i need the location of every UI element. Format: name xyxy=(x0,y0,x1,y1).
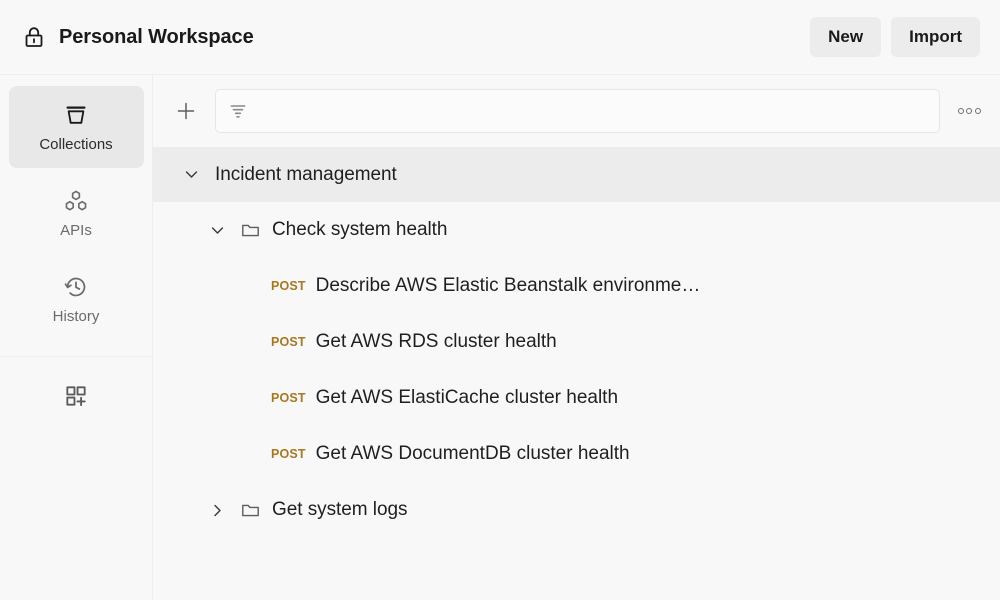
collections-toolbar xyxy=(153,75,1000,147)
workspace-header: Personal Workspace New Import xyxy=(0,0,1000,75)
sidebar-item-label: APIs xyxy=(60,223,92,238)
request-method: POST xyxy=(271,335,306,349)
grid-plus-icon xyxy=(63,383,89,409)
sidebar-item-label: History xyxy=(53,309,100,324)
tree-row-folder[interactable]: Get system logs xyxy=(153,482,1000,538)
more-horizontal-icon xyxy=(958,108,981,114)
tree-row-request[interactable]: POST Get AWS RDS cluster health xyxy=(153,314,1000,370)
tree-row-request[interactable]: POST Describe AWS Elastic Beanstalk envi… xyxy=(153,258,1000,314)
lock-icon xyxy=(22,25,46,49)
header-actions: New Import xyxy=(810,17,980,57)
chevron-down-icon[interactable] xyxy=(205,218,229,242)
collections-icon xyxy=(63,102,89,128)
folder-icon xyxy=(240,500,261,521)
folder-icon xyxy=(240,220,261,241)
workspace-identity[interactable]: Personal Workspace xyxy=(22,25,254,49)
collections-tree: Incident management Check system hea xyxy=(153,147,1000,600)
chevron-down-icon[interactable] xyxy=(179,163,203,187)
request-method: POST xyxy=(271,279,306,293)
sidebar-item-collections[interactable]: Collections xyxy=(9,86,144,168)
request-method: POST xyxy=(271,447,306,461)
apis-icon xyxy=(63,188,89,214)
request-name: Describe AWS Elastic Beanstalk environme… xyxy=(316,275,701,297)
collections-panel: Incident management Check system hea xyxy=(153,75,1000,600)
plus-icon xyxy=(174,99,198,123)
chevron-right-icon[interactable] xyxy=(205,498,229,522)
page-title: Personal Workspace xyxy=(59,26,254,49)
tree-row-request[interactable]: POST Get AWS DocumentDB cluster health xyxy=(153,426,1000,482)
sidebar-item-apis[interactable]: APIs xyxy=(9,172,144,254)
more-options-button[interactable] xyxy=(954,96,984,126)
filter-icon xyxy=(228,101,248,121)
folder-name: Get system logs xyxy=(272,499,407,521)
search-input[interactable] xyxy=(258,90,927,132)
create-new-button[interactable] xyxy=(171,96,201,126)
sidebar-item-label: Collections xyxy=(39,137,112,152)
folder-name: Check system health xyxy=(272,219,447,241)
tree-row-folder[interactable]: Check system health xyxy=(153,202,1000,258)
new-button[interactable]: New xyxy=(810,17,881,57)
collection-name: Incident management xyxy=(215,164,397,186)
request-method: POST xyxy=(271,391,306,405)
tree-row-request[interactable]: POST Get AWS ElastiCache cluster health xyxy=(153,370,1000,426)
postman-window: Personal Workspace New Import Collection… xyxy=(0,0,1000,600)
import-button[interactable]: Import xyxy=(891,17,980,57)
request-name: Get AWS DocumentDB cluster health xyxy=(316,443,630,465)
tree-row-collection[interactable]: Incident management xyxy=(153,147,1000,202)
request-name: Get AWS ElastiCache cluster health xyxy=(316,387,618,409)
history-icon xyxy=(63,274,89,300)
request-name: Get AWS RDS cluster health xyxy=(316,331,557,353)
left-rail: Collections APIs xyxy=(0,75,153,600)
search-filter-box[interactable] xyxy=(215,89,940,133)
workspace-body: Collections APIs xyxy=(0,75,1000,600)
sidebar-item-history[interactable]: History xyxy=(9,258,144,340)
add-module-button[interactable] xyxy=(0,357,152,435)
